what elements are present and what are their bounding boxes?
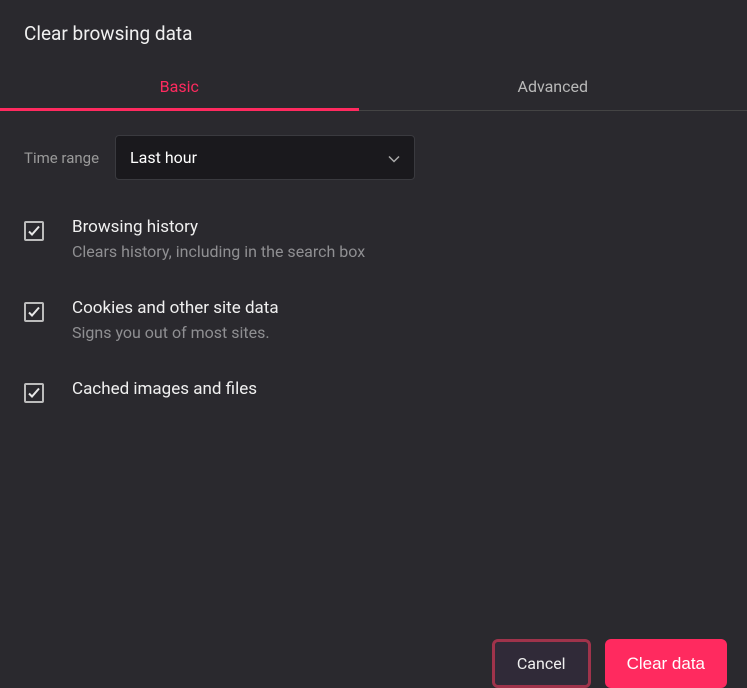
dialog-content: Time range Last hour Browsing history Cl… (0, 111, 747, 463)
option-cookies: Cookies and other site data Signs you ou… (24, 297, 723, 342)
checkbox-cache[interactable] (24, 383, 44, 403)
chevron-down-icon (388, 148, 400, 167)
dialog-title: Clear browsing data (0, 0, 747, 63)
checkbox-browsing-history[interactable] (24, 221, 44, 241)
option-title: Browsing history (72, 216, 365, 240)
check-icon (27, 224, 41, 238)
option-browsing-history: Browsing history Clears history, includi… (24, 216, 723, 261)
time-range-select[interactable]: Last hour (115, 135, 415, 180)
tab-basic[interactable]: Basic (0, 63, 359, 110)
cancel-button[interactable]: Cancel (492, 639, 591, 688)
time-range-row: Time range Last hour (24, 135, 723, 180)
option-title: Cached images and files (72, 378, 257, 402)
option-desc: Clears history, including in the search … (72, 242, 365, 261)
check-icon (27, 305, 41, 319)
clear-data-button[interactable]: Clear data (605, 639, 727, 688)
dialog-footer: Cancel Clear data (492, 639, 727, 688)
option-text: Cookies and other site data Signs you ou… (72, 297, 279, 342)
option-text: Browsing history Clears history, includi… (72, 216, 365, 261)
time-range-value: Last hour (130, 148, 197, 167)
checkbox-cookies[interactable] (24, 302, 44, 322)
check-icon (27, 386, 41, 400)
option-desc: Signs you out of most sites. (72, 323, 279, 342)
option-text: Cached images and files (72, 378, 257, 402)
tab-advanced[interactable]: Advanced (359, 63, 747, 110)
cancel-button-label: Cancel (495, 642, 588, 685)
option-cache: Cached images and files (24, 378, 723, 403)
time-range-label: Time range (24, 149, 99, 167)
tab-bar: Basic Advanced (0, 63, 747, 111)
option-title: Cookies and other site data (72, 297, 279, 321)
